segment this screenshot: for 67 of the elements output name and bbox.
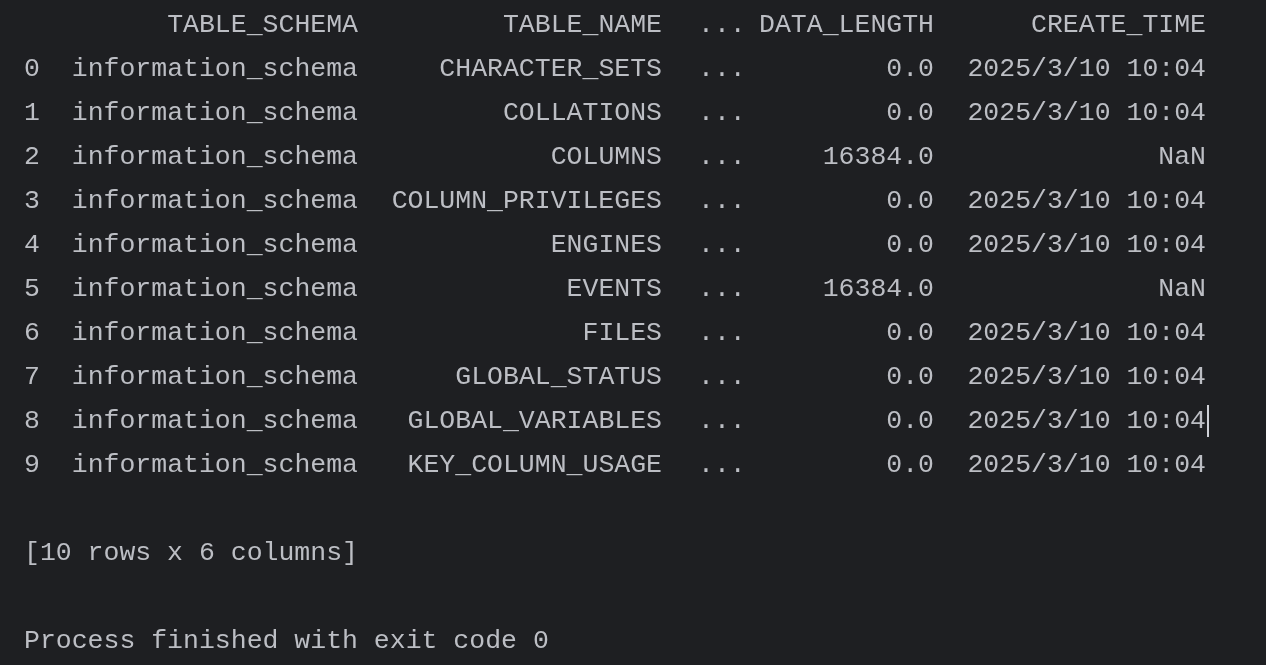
table-cell: 0.0 (886, 53, 934, 85)
table-cell: 0.0 (886, 361, 934, 393)
table-cell: information_schema (71, 97, 358, 129)
table-cell: 2025/3/10 10:04 (967, 97, 1206, 129)
table-cell: information_schema (71, 185, 358, 217)
table-cell: 0.0 (886, 449, 934, 481)
table-cell: information_schema (71, 361, 358, 393)
table-cell: CHARACTER_SETS (439, 53, 662, 85)
table-cell: ... (698, 449, 746, 481)
table-cell: 2025/3/10 10:04 (967, 449, 1206, 481)
column-header: TABLE_SCHEMA (166, 9, 358, 41)
table-cell: 2025/3/10 10:04 (967, 361, 1206, 393)
table-cell: EVENTS (566, 273, 662, 305)
table-cell: ... (698, 141, 746, 173)
table-cell: information_schema (71, 53, 358, 85)
table-cell: GLOBAL_STATUS (455, 361, 662, 393)
table-cell: ... (698, 53, 746, 85)
table-cell: COLLATIONS (502, 97, 662, 129)
table-cell: ... (698, 361, 746, 393)
row-index: 4 (24, 229, 40, 261)
table-cell: ... (698, 273, 746, 305)
row-index: 2 (24, 141, 40, 173)
row-index: 6 (24, 317, 40, 349)
table-cell: ... (698, 97, 746, 129)
table-cell: ENGINES (550, 229, 662, 261)
row-index: 9 (24, 449, 40, 481)
table-cell: information_schema (71, 229, 358, 261)
table-cell: information_schema (71, 405, 358, 437)
table-cell: NaN (1158, 141, 1206, 173)
row-index: 7 (24, 361, 40, 393)
table-cell: 2025/3/10 10:04 (967, 185, 1206, 217)
table-cell: 2025/3/10 10:04 (967, 405, 1206, 437)
row-index: 3 (24, 185, 40, 217)
table-cell: 0.0 (886, 185, 934, 217)
table-cell: 0.0 (886, 97, 934, 129)
row-index: 8 (24, 405, 40, 437)
row-index: 0 (24, 53, 40, 85)
table-cell: ... (698, 185, 746, 217)
row-index: 1 (24, 97, 40, 129)
table-cell: 16384.0 (822, 273, 934, 305)
table-cell: information_schema (71, 317, 358, 349)
exit-message: Process finished with exit code 0 (24, 625, 549, 658)
table-cell: information_schema (71, 273, 358, 305)
column-header: DATA_LENGTH (758, 9, 934, 41)
column-header: ... (697, 9, 742, 41)
table-cell: information_schema (71, 449, 358, 481)
table-cell: KEY_COLUMN_USAGE (407, 449, 662, 481)
table-cell: 2025/3/10 10:04 (967, 229, 1206, 261)
row-index: 5 (24, 273, 40, 305)
table-cell: ... (698, 317, 746, 349)
column-header: TABLE_NAME (501, 9, 662, 41)
summary-text: [10 rows x 6 columns] (24, 537, 358, 570)
table-cell: ... (698, 229, 746, 261)
table-cell: COLUMN_PRIVILEGES (391, 185, 662, 217)
table-cell: COLUMNS (550, 141, 662, 173)
column-header: CREATE_TIME (1030, 9, 1206, 41)
table-cell: 16384.0 (822, 141, 934, 173)
table-cell: 2025/3/10 10:04 (967, 317, 1206, 349)
table-cell: 0.0 (886, 317, 934, 349)
table-cell: 2025/3/10 10:04 (967, 53, 1206, 85)
table-cell: FILES (582, 317, 662, 349)
table-cell: NaN (1158, 273, 1206, 305)
table-cell: GLOBAL_VARIABLES (407, 405, 662, 437)
table-cell: 0.0 (886, 229, 934, 261)
table-cell: information_schema (71, 141, 358, 173)
table-cell: 0.0 (886, 405, 934, 437)
table-cell: ... (698, 405, 746, 437)
